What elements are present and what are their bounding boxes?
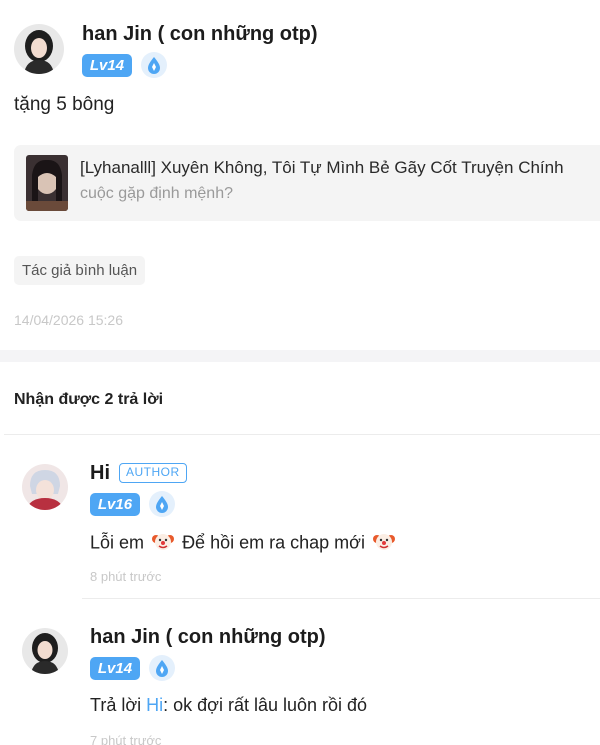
section-divider [0,350,600,362]
book-subtitle: cuộc gặp định mệnh? [80,185,233,202]
divider [4,434,600,435]
book-card[interactable]: [Lyhanalll] Xuyên Không, Tôi Tự Mình Bẻ … [14,145,600,221]
clown-emoji-icon [152,530,175,557]
level-badge: Lv14 [82,54,132,77]
divider [82,598,600,599]
level-badge: Lv14 [90,657,140,680]
reply-text: Trả lời Hi: ok đợi rất lâu luôn rồi đó [90,695,367,716]
replies-heading: Nhận được 2 trả lời [14,391,164,408]
reply-text: Lỗi em Để hồi em ra chap mới [90,530,398,557]
clown-emoji-icon [372,530,395,557]
commenter-avatar[interactable] [14,24,64,74]
reply-time: 8 phút trước [90,569,162,584]
author-tag: AUTHOR [119,463,187,483]
water-drop-icon [149,655,175,681]
mention-link[interactable]: Hi [146,695,163,715]
author-comment-chip[interactable]: Tác giả bình luận [14,256,146,285]
reply-body: : ok đợi rất lâu luôn rồi đó [163,695,368,715]
reply-text-part: Lỗi em [90,532,145,553]
commenter-name[interactable]: han Jin ( con những otp) [82,23,318,46]
water-drop-icon [141,52,167,78]
reply-avatar[interactable] [22,628,68,674]
water-drop-icon [149,491,175,517]
reply-text-part: Để hồi em ra chap mới [182,532,365,553]
reply-user-name[interactable]: Hi [90,462,110,485]
level-badge: Lv16 [90,493,140,516]
comment-timestamp: 14/04/2026 15:26 [14,312,123,328]
reply-user-name[interactable]: han Jin ( con những otp) [90,626,326,649]
book-title: [Lyhanalll] Xuyên Không, Tôi Tự Mình Bẻ … [80,158,564,177]
reply-avatar[interactable] [22,464,68,510]
comment-text: tặng 5 bông [14,94,115,115]
book-cover-image [26,155,68,211]
reply-prefix: Trả lời [90,695,142,715]
reply-time: 7 phút trước [90,733,162,745]
